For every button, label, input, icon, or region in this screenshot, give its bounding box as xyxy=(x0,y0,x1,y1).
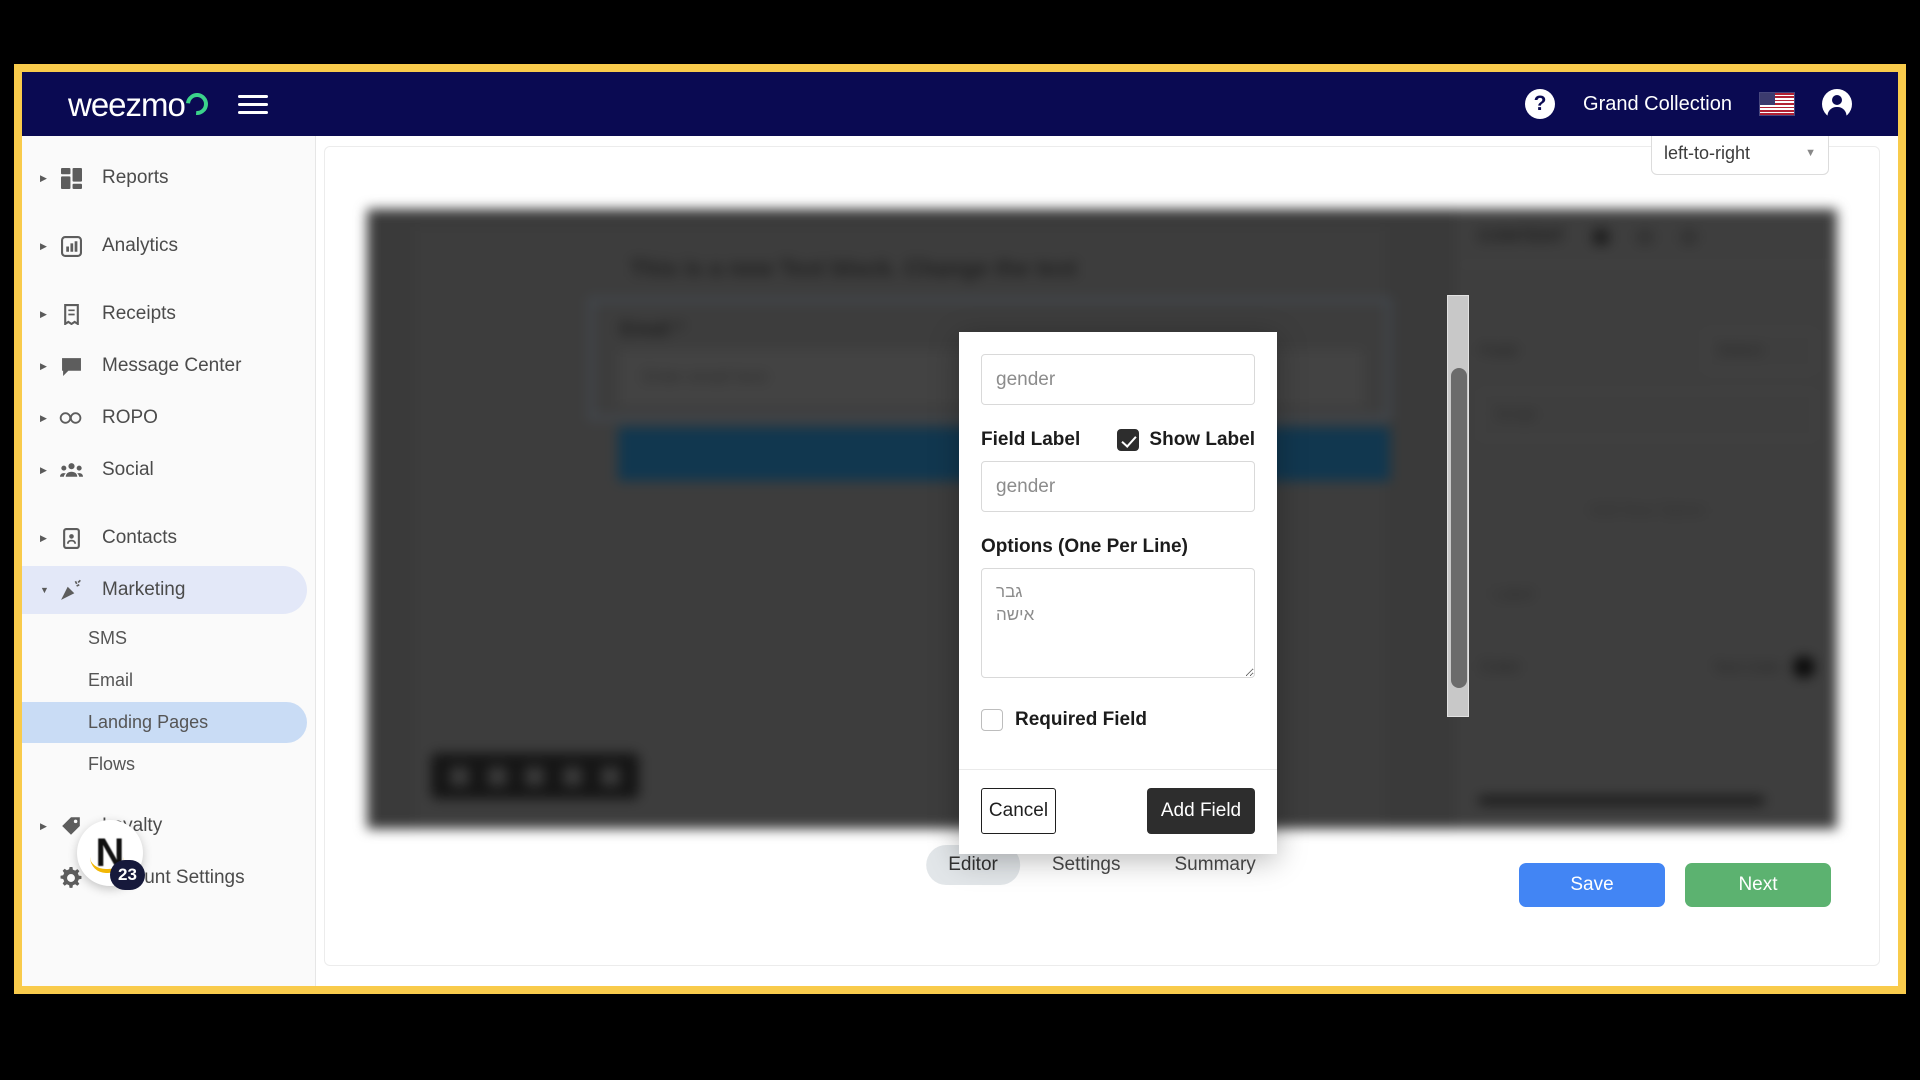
show-label-text: Show Label xyxy=(1149,429,1255,450)
required-field-checkbox-box[interactable] xyxy=(981,709,1003,731)
options-heading: Options (One Per Line) xyxy=(981,536,1188,557)
required-field-text: Required Field xyxy=(1015,709,1147,730)
browser-viewport-frame: weezmo ? Grand Collection ▶ Reports ▶ An… xyxy=(14,64,1906,994)
field-name-input[interactable] xyxy=(981,354,1255,405)
options-textarea[interactable]: גבר אישה xyxy=(981,568,1255,678)
add-field-dialog: Field Label Show Label Options (One Per … xyxy=(959,332,1277,854)
cancel-button[interactable]: Cancel xyxy=(981,788,1056,834)
show-label-checkbox[interactable]: Show Label xyxy=(1117,429,1255,451)
dialog-footer: Cancel Add Field xyxy=(959,769,1277,854)
show-label-checkbox-box[interactable] xyxy=(1117,429,1140,451)
add-field-button[interactable]: Add Field xyxy=(1147,788,1255,834)
required-field-checkbox[interactable]: Required Field xyxy=(981,709,1255,731)
field-label-input[interactable] xyxy=(981,461,1255,512)
field-label-heading: Field Label xyxy=(981,429,1081,450)
modal-overlay: Field Label Show Label Options (One Per … xyxy=(22,72,1898,986)
